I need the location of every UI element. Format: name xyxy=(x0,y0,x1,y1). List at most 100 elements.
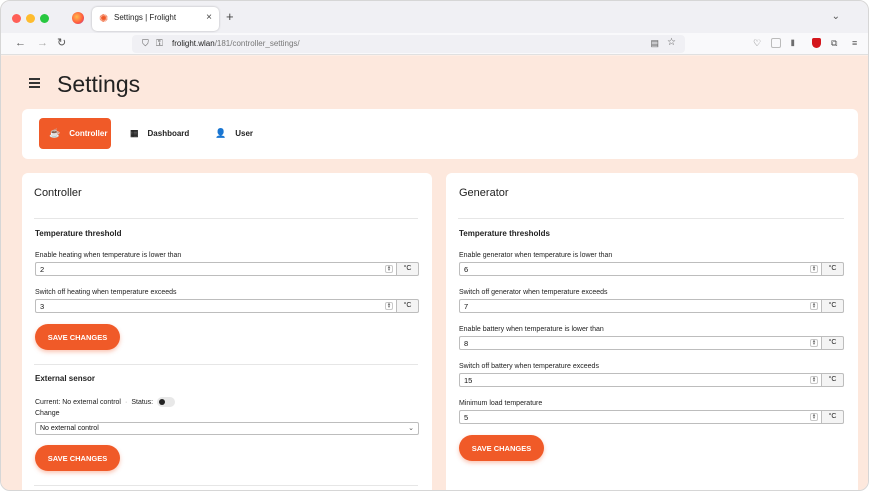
unit-celsius: °C xyxy=(822,336,844,350)
reader-view-icon[interactable]: ▤ xyxy=(650,38,659,49)
settings-page: Settings ☕ Controller ▦ Dashboard 👤 User… xyxy=(1,56,868,490)
minimum-load-label: Minimum load temperature xyxy=(459,400,543,407)
external-control-select[interactable]: No external control ⌄ xyxy=(35,422,419,435)
status-toggle[interactable] xyxy=(157,397,176,407)
user-icon: 👤 xyxy=(215,128,227,138)
reload-icon[interactable]: ↻ xyxy=(57,37,66,50)
toggle-knob xyxy=(159,399,166,405)
battery-switchoff-value: 15 xyxy=(464,376,473,385)
number-spinner-icon[interactable]: ▴ ▾ xyxy=(385,265,393,273)
number-spinner-icon[interactable]: ▴ ▾ xyxy=(810,339,818,347)
maximize-window-button[interactable] xyxy=(40,14,49,23)
tab-controller[interactable]: ☕ Controller xyxy=(39,118,111,149)
extensions-puzzle-icon[interactable]: ⧉ xyxy=(831,38,837,49)
bookmark-star-icon[interactable]: ☆ xyxy=(667,37,676,48)
generator-enable-input[interactable]: 6 ▴ ▾ xyxy=(459,262,822,276)
tab-list-chevron-icon[interactable]: ⌄ xyxy=(832,11,840,22)
heating-threshold-label: Enable heating when temperature is lower… xyxy=(35,252,182,259)
url-host: frolight.wlan xyxy=(172,39,215,48)
number-spinner-icon[interactable]: ▴ ▾ xyxy=(810,376,818,384)
tab-controller-label: Controller xyxy=(69,129,108,138)
divider xyxy=(34,364,418,365)
number-spinner-icon[interactable]: ▴ ▾ xyxy=(385,302,393,310)
pocket-icon[interactable]: ♡ xyxy=(753,38,761,49)
generator-card-title: Generator xyxy=(459,187,509,199)
current-external-control-text: Current: No external control xyxy=(35,398,121,406)
battery-enable-label: Enable battery when temperature is lower… xyxy=(459,326,604,333)
temperature-threshold-heading: Temperature threshold xyxy=(35,229,122,238)
tab-user-label: User xyxy=(235,129,254,138)
unit-celsius: °C xyxy=(397,299,419,313)
frolight-favicon-icon: ✺ xyxy=(99,13,109,25)
new-tab-icon[interactable]: + xyxy=(226,10,234,24)
generator-switchoff-input[interactable]: 7 ▴ ▾ xyxy=(459,299,822,313)
library-icon[interactable]: ⦀ xyxy=(791,38,795,49)
unit-celsius: °C xyxy=(822,410,844,424)
browser-window: ✺ Settings | Frolight × + ⌄ ← → ↻ ⛉ ⚿ fr… xyxy=(0,0,869,491)
tab-bar: ✺ Settings | Frolight × + ⌄ xyxy=(1,1,868,33)
external-control-selected: No external control xyxy=(40,425,99,432)
battery-enable-value: 8 xyxy=(464,339,469,348)
navigation-toolbar: ← → ↻ ⛉ ⚿ frolight.wlan/181/controller_s… xyxy=(1,33,868,55)
generator-card: Generator Temperature thresholds Enable … xyxy=(446,173,858,490)
external-status-row: Current: No external control · Status: xyxy=(35,397,176,407)
page-title: Settings xyxy=(57,71,141,97)
close-tab-icon[interactable]: × xyxy=(206,12,212,24)
generator-switchoff-value: 7 xyxy=(464,302,469,311)
close-window-button[interactable] xyxy=(12,14,21,23)
switchoff-threshold-label: Switch off heating when temperature exce… xyxy=(35,289,177,296)
tab-title: Settings | Frolight xyxy=(114,13,177,22)
back-arrow-icon[interactable]: ← xyxy=(15,37,26,50)
dashboard-grid-icon: ▦ xyxy=(130,128,139,138)
app-menu-icon[interactable]: ≡ xyxy=(852,38,857,49)
url-path: /181/controller_settings/ xyxy=(214,39,300,48)
forward-arrow-icon[interactable]: → xyxy=(37,37,48,50)
controller-card-title: Controller xyxy=(34,187,82,199)
minimum-load-input[interactable]: 5 ▴ ▾ xyxy=(459,410,822,424)
separator: · xyxy=(124,398,128,406)
tab-dashboard[interactable]: ▦ Dashboard xyxy=(130,118,189,149)
tab-user[interactable]: 👤 User xyxy=(215,118,253,149)
settings-nav-card: ☕ Controller ▦ Dashboard 👤 User xyxy=(22,109,858,159)
battery-enable-input[interactable]: 8 ▴ ▾ xyxy=(459,336,822,350)
switchoff-threshold-value: 3 xyxy=(40,302,45,311)
save-changes-button-external[interactable]: SAVE CHANGES xyxy=(35,445,120,471)
save-changes-button[interactable]: SAVE CHANGES xyxy=(35,324,120,350)
extension-icon[interactable] xyxy=(771,38,781,48)
divider xyxy=(458,218,844,219)
generator-enable-label: Enable generator when temperature is low… xyxy=(459,252,613,259)
unit-celsius: °C xyxy=(397,262,419,276)
minimize-window-button[interactable] xyxy=(26,14,35,23)
external-sensor-heading: External sensor xyxy=(35,374,96,383)
change-label: Change xyxy=(35,410,60,417)
address-bar[interactable]: ⛉ ⚿ frolight.wlan/181/controller_setting… xyxy=(132,35,685,53)
controller-icon: ☕ xyxy=(49,128,61,138)
number-spinner-icon[interactable]: ▴ ▾ xyxy=(810,413,818,421)
switchoff-threshold-input[interactable]: 3 ▴ ▾ xyxy=(35,299,397,313)
controller-card: Controller Temperature threshold Enable … xyxy=(22,173,432,490)
divider xyxy=(34,218,418,219)
chevron-down-icon: ⌄ xyxy=(408,425,414,432)
url-text[interactable]: frolight.wlan/181/controller_settings/ xyxy=(172,39,300,48)
divider xyxy=(34,485,418,486)
hamburger-menu-icon[interactable] xyxy=(29,78,40,88)
unit-celsius: °C xyxy=(822,373,844,387)
battery-switchoff-label: Switch off battery when temperature exce… xyxy=(459,363,599,370)
ublock-shield-icon[interactable] xyxy=(812,38,821,48)
generator-switchoff-label: Switch off generator when temperature ex… xyxy=(459,289,608,296)
tab-dashboard-label: Dashboard xyxy=(147,129,190,138)
temperature-thresholds-heading: Temperature thresholds xyxy=(459,229,550,238)
generator-save-changes-button[interactable]: SAVE CHANGES xyxy=(459,435,544,461)
generator-enable-value: 6 xyxy=(464,265,469,274)
heating-threshold-value: 2 xyxy=(40,265,45,274)
heating-threshold-input[interactable]: 2 ▴ ▾ xyxy=(35,262,397,276)
browser-tab[interactable]: ✺ Settings | Frolight × xyxy=(92,7,219,31)
tracking-shield-icon[interactable]: ⛉ xyxy=(142,38,149,49)
status-label: Status: xyxy=(131,398,154,406)
connection-lock-icon[interactable]: ⚿ xyxy=(156,38,163,49)
unit-celsius: °C xyxy=(822,262,844,276)
number-spinner-icon[interactable]: ▴ ▾ xyxy=(810,302,818,310)
number-spinner-icon[interactable]: ▴ ▾ xyxy=(810,265,818,273)
firefox-icon xyxy=(72,12,84,24)
battery-switchoff-input[interactable]: 15 ▴ ▾ xyxy=(459,373,822,387)
